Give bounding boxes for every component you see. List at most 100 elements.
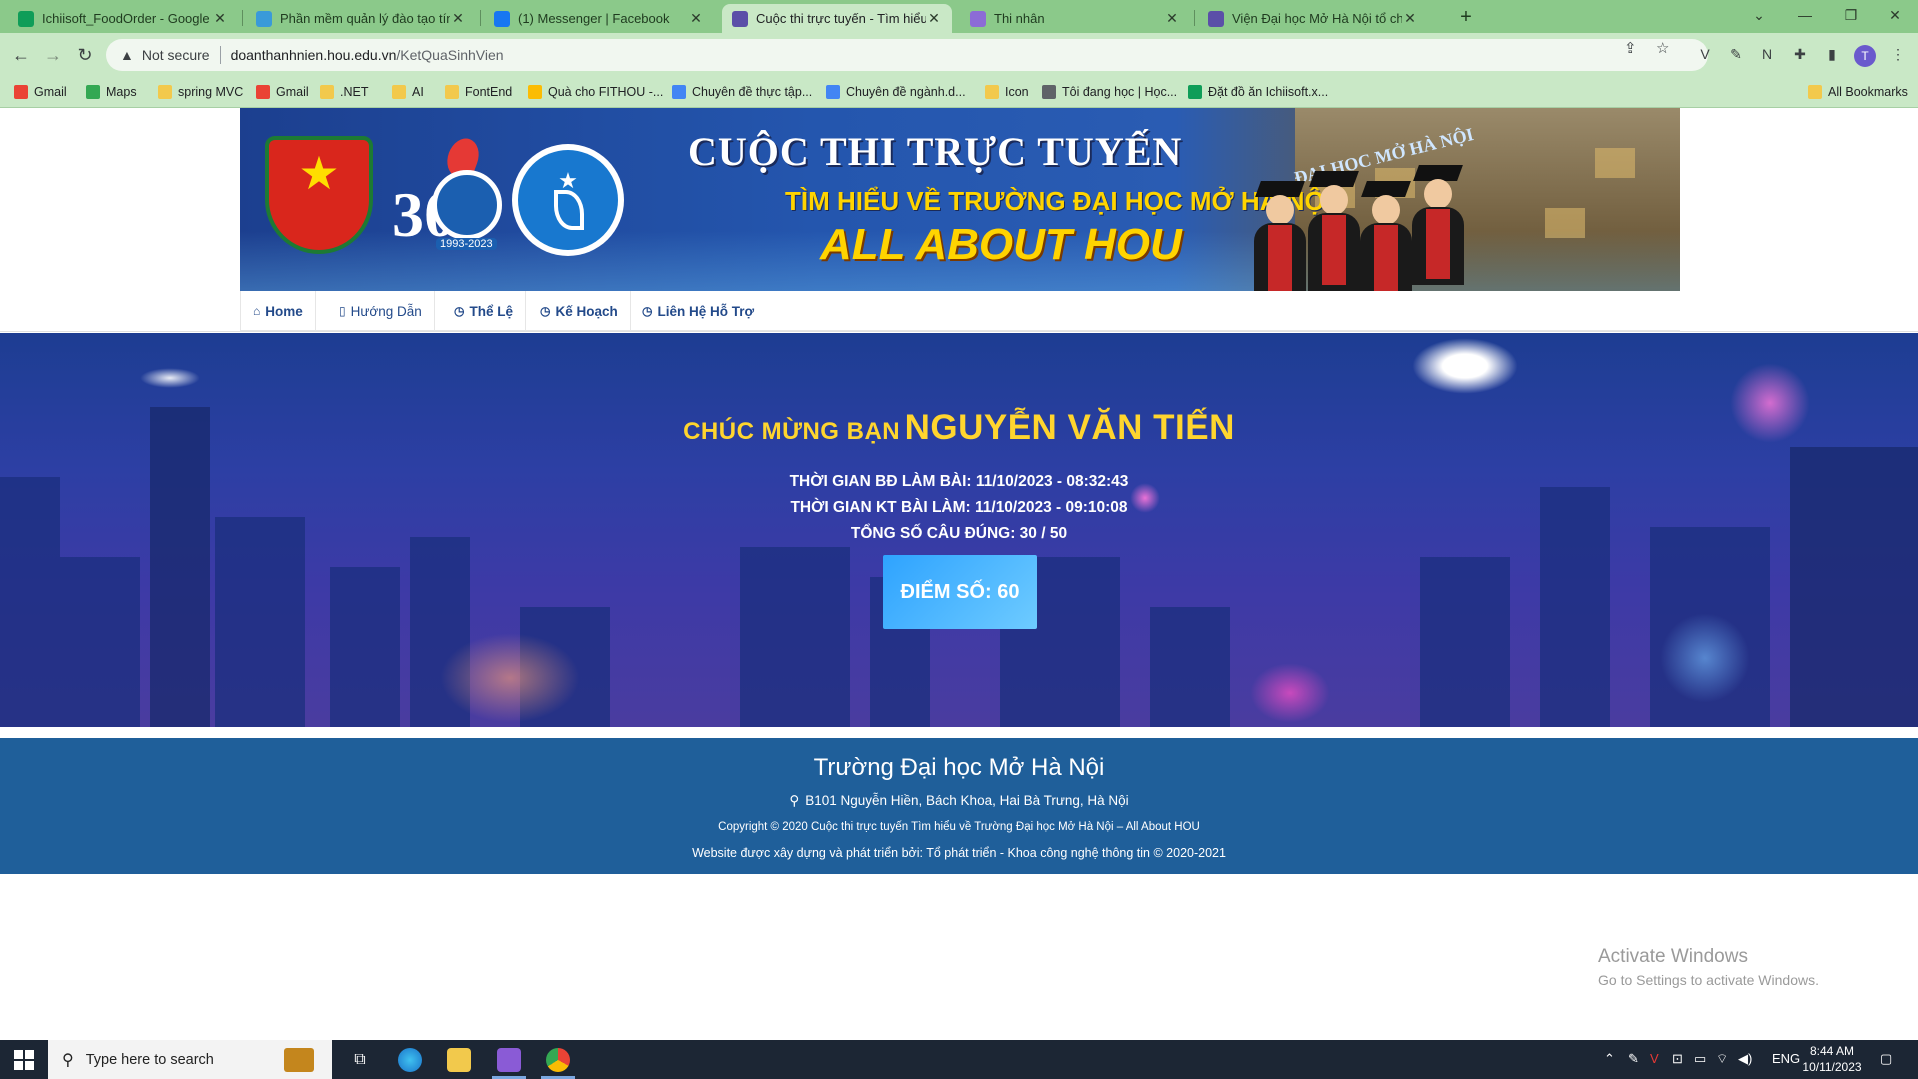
taskbar-search[interactable]: ⚲ Type here to search	[48, 1040, 332, 1079]
extension-n-icon[interactable]: N	[1757, 44, 1777, 64]
browser-tab[interactable]: Cuộc thi trực tuyến - Tìm hiểu về...✕	[722, 4, 952, 33]
student-figure	[1358, 181, 1414, 291]
security-label[interactable]: Not secure	[142, 47, 210, 63]
maximize-icon[interactable]: ❐	[1828, 0, 1874, 33]
folder-icon	[1808, 85, 1822, 99]
extension-v-icon[interactable]: V	[1695, 44, 1715, 64]
close-tab-icon[interactable]: ✕	[212, 10, 228, 27]
reload-icon[interactable]: ↻	[72, 42, 98, 68]
task-view-icon[interactable]: ⧉	[348, 1048, 372, 1072]
browser-tab[interactable]: Ichiisoft_FoodOrder - Google Tr...✕	[8, 4, 238, 33]
language-indicator[interactable]: ENG	[1772, 1051, 1800, 1066]
bookmark-label: Chuyên đề thực tập...	[692, 85, 813, 99]
bookmark-label: Icon	[1005, 85, 1029, 99]
nav-label: Thể Lệ	[469, 303, 513, 319]
clock-icon: ◷	[454, 304, 465, 318]
close-window-icon[interactable]: ✕	[1872, 0, 1918, 33]
student-figure	[1306, 171, 1362, 291]
nav-plan[interactable]: ◷ Kế Hoạch	[528, 291, 631, 331]
bookmark-item[interactable]: Chuyên đề ngành.d...	[826, 82, 966, 102]
folder-icon	[985, 85, 999, 99]
windows-start-icon[interactable]	[0, 1040, 48, 1079]
profile-avatar[interactable]: T	[1854, 45, 1876, 67]
tray-app-icon[interactable]: ⊡	[1672, 1051, 1683, 1067]
bookmark-item[interactable]: Icon	[985, 82, 1029, 102]
minimize-icon[interactable]: —	[1782, 0, 1828, 33]
maps-icon	[86, 85, 100, 99]
tab-favicon-icon	[256, 10, 272, 27]
edge-icon[interactable]	[398, 1048, 422, 1072]
nav-label: Liên Hệ Hỗ Trợ	[657, 303, 755, 319]
bookmark-item[interactable]: Gmail	[256, 82, 309, 102]
notification-icon[interactable]: ▢	[1880, 1051, 1892, 1067]
file-explorer-icon[interactable]	[447, 1048, 471, 1072]
tray-wifi-icon[interactable]: ⌔	[1716, 1051, 1728, 1067]
address-bar[interactable]: ▲ Not secure doanthanhnien.hou.edu.vn/Ke…	[106, 39, 1708, 71]
bookmark-item[interactable]: FontEnd	[445, 82, 512, 102]
close-tab-icon[interactable]: ✕	[926, 10, 942, 27]
extensions-puzzle-icon[interactable]: ✚	[1790, 44, 1810, 64]
browser-tab[interactable]: Thi nhân ✕	[960, 4, 1190, 33]
visual-studio-icon[interactable]	[497, 1048, 521, 1072]
bookmark-item[interactable]: Chuyên đề thực tập...	[672, 82, 812, 102]
side-panel-icon[interactable]: ▮	[1822, 44, 1842, 64]
tray-speaker-icon[interactable]: ◀)	[1738, 1051, 1752, 1067]
nav-rules[interactable]: ◷ Thể Lệ	[442, 291, 526, 331]
clock-date: 10/11/2023	[1802, 1060, 1862, 1074]
gmail-icon	[14, 85, 28, 99]
close-tab-icon[interactable]: ✕	[1402, 10, 1418, 27]
bookmark-label: Quà cho FITHOU -...	[548, 85, 664, 99]
anniversary-logo: 30 1993-2023	[390, 134, 505, 258]
bookmark-item[interactable]: .NET	[320, 82, 368, 102]
bookmark-item[interactable]: Quà cho FITHOU -...	[528, 82, 663, 102]
extension-pen-icon[interactable]: ✎	[1726, 44, 1746, 64]
chrome-icon[interactable]	[546, 1048, 570, 1072]
bookmarks-bar: Gmail Maps spring MVC Gmail .NET AI FontEnd Quà…	[0, 76, 1918, 108]
score-box: ĐIỂM SỐ: 60	[883, 555, 1037, 629]
bookmark-item[interactable]: spring MVC	[158, 82, 243, 102]
banner-subtitle: TÌM HIỂU VỀ TRƯỜNG ĐẠI HỌC MỞ HÀ NỘI	[785, 186, 1332, 216]
new-tab-button[interactable]: +	[1454, 6, 1478, 30]
bookmark-item[interactable]: Tôi đang học | Học...	[1042, 82, 1177, 102]
bookmark-item[interactable]: AI	[392, 82, 424, 102]
location-pin-icon: ⚲	[789, 793, 800, 808]
browser-toolbar: ← → ↻ ▲ Not secure doanthanhnien.hou.edu…	[0, 33, 1918, 76]
url-domain[interactable]: doanthanhnien.hou.edu.vn	[231, 47, 397, 63]
divider	[219, 46, 221, 64]
folder-icon	[320, 85, 334, 99]
close-tab-icon[interactable]: ✕	[450, 10, 466, 27]
browser-tab[interactable]: (1) Messenger | Facebook ✕	[484, 4, 714, 33]
gmail-icon	[256, 85, 270, 99]
tray-pen-icon[interactable]: ✎	[1628, 1051, 1639, 1067]
url-path[interactable]: /KetQuaSinhVien	[396, 47, 503, 63]
close-tab-icon[interactable]: ✕	[688, 10, 704, 27]
tab-search-icon[interactable]: ⌄	[1736, 0, 1782, 33]
browser-tab[interactable]: Viện Đại học Mở Hà Nội tổ chức...✕	[1198, 4, 1428, 33]
menu-kebab-icon[interactable]: ⋮	[1888, 44, 1908, 64]
bookmark-label: .NET	[340, 85, 369, 99]
back-icon[interactable]: ←	[8, 42, 34, 68]
warning-icon[interactable]: ▲	[120, 47, 134, 63]
nav-guide[interactable]: ▯ Hướng Dẫn	[327, 291, 435, 331]
tray-chevron-icon[interactable]: ⌃	[1604, 1051, 1615, 1067]
briefcase-icon[interactable]	[284, 1048, 314, 1072]
all-bookmarks-button[interactable]: All Bookmarks	[1808, 82, 1908, 102]
browser-tab[interactable]: Phần mềm quản lý đào tạo tín c...✕	[246, 4, 476, 33]
tray-network-icon[interactable]: ▭	[1694, 1051, 1706, 1067]
bookmark-item[interactable]: Maps	[86, 82, 137, 102]
all-bookmarks-label: All Bookmarks	[1828, 85, 1908, 99]
tray-v-icon[interactable]: V	[1650, 1051, 1659, 1066]
bookmark-item[interactable]: Gmail	[14, 82, 67, 102]
taskbar-clock[interactable]: 8:44 AM 10/11/2023	[1800, 1043, 1864, 1075]
close-tab-icon[interactable]: ✕	[1164, 10, 1180, 27]
nav-home[interactable]: ⌂ Home	[240, 291, 316, 331]
footer-copyright: Copyright © 2020 Cuộc thi trực tuyến Tìm…	[718, 821, 1200, 833]
forward-icon[interactable]: →	[40, 42, 66, 68]
share-icon[interactable]: ⇪	[1624, 39, 1637, 57]
main-navbar: ⌂ Home ▯ Hướng Dẫn ◷ Thể Lệ ◷ Kế Hoạch ◷ Liên…	[240, 291, 1680, 331]
site-footer: Trường Đại học Mở Hà Nội ⚲ B101 Nguyễn Hi…	[0, 738, 1918, 874]
bookmark-star-icon[interactable]: ☆	[1656, 39, 1669, 57]
bookmark-item[interactable]: Đặt đồ ăn Ichiisoft.x...	[1188, 82, 1328, 102]
correct-count: TỔNG SỐ CÂU ĐÚNG: 30 / 50	[850, 525, 1068, 542]
nav-support[interactable]: ◷ Liên Hệ Hỗ Trợ	[630, 291, 766, 331]
